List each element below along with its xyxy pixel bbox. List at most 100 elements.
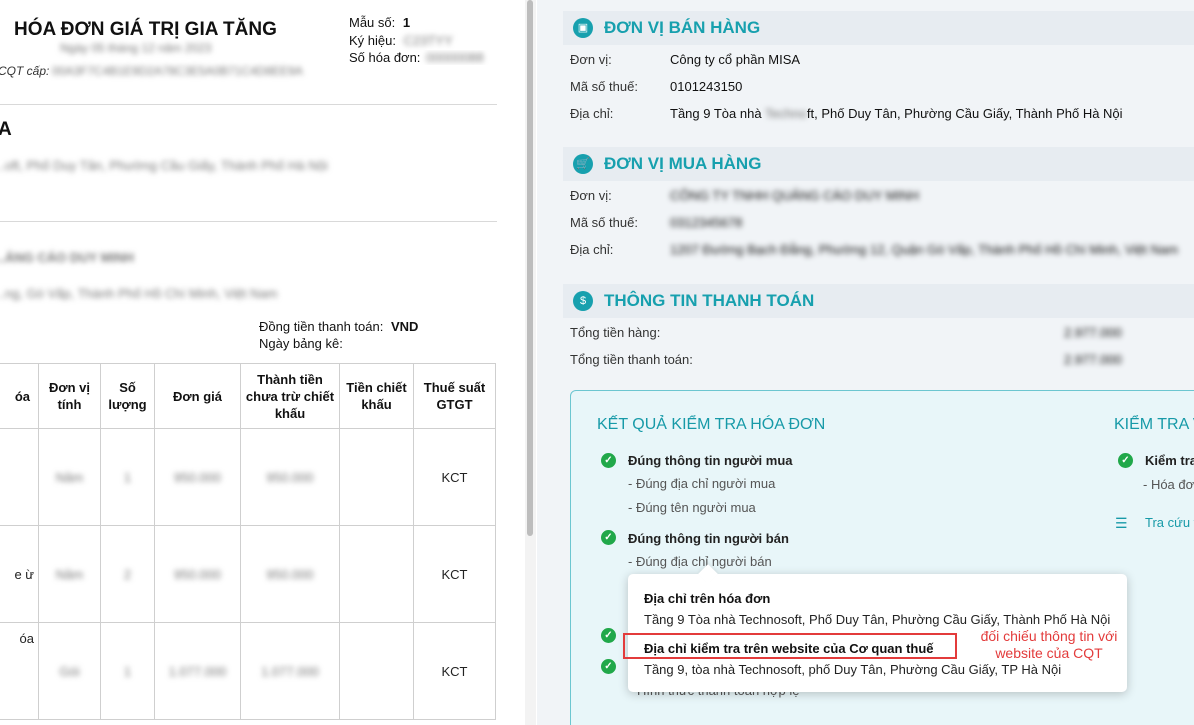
cqt-code: 00A3F7C4B1E9D2A78C3E5A0B71C4D8EE9A [52, 64, 303, 78]
col-header-qty: Số lượng [100, 363, 155, 429]
buyer-address-ok: - Đúng địa chỉ người mua [628, 476, 776, 491]
seller-tax-value: 0101243150 [670, 79, 743, 94]
goods-total-value: 2.977.000 [1064, 325, 1122, 340]
col-header-name: óa [0, 363, 39, 429]
so-hoa-don-value: 00000088 [426, 50, 484, 65]
buyer-unit-value: CÔNG TY TNHH QUẢNG CÁO DUY MINH [670, 188, 919, 203]
cart-icon: 🛒 [573, 154, 593, 174]
cell-amount: 1.077.000 [240, 622, 340, 720]
table-header-row: óa Đơn vị tính Số lượng Đơn giá Thành ti… [0, 363, 496, 429]
cell-name: e ừ [0, 525, 39, 623]
cell-amount: 950.000 [240, 428, 340, 526]
tax-lookup-link[interactable]: Tra cứu t [1145, 515, 1194, 530]
cell-vat-rate: KCT [413, 428, 496, 526]
cell-amount: 950.000 [240, 525, 340, 623]
mau-so-row: Mẫu số: 1 [349, 15, 410, 30]
mau-so-value: 1 [402, 15, 411, 30]
seller-address-label: Địa chỉ: [570, 106, 614, 121]
seller-tax-label: Mã số thuế: [570, 79, 638, 94]
col-header-unit: Đơn vị tính [38, 363, 101, 429]
seller-address-value: Tầng 9 Tòa nhà Technoft, Phố Duy Tân, Ph… [670, 106, 1123, 121]
statement-date-label: Ngày bảng kê: [259, 336, 343, 351]
divider [0, 221, 497, 222]
cell-unit-price: 950.000 [154, 525, 241, 623]
invoice-address-value: Tầng 9 Tòa nhà Technosoft, Phố Duy Tân, … [644, 612, 1111, 627]
currency-row: Đồng tiền thanh toán: VND [259, 319, 418, 334]
tax-check-item: Kiểm tra [1145, 453, 1194, 468]
col-header-unit-price: Đơn giá [154, 363, 241, 429]
cell-qty: 2 [100, 525, 155, 623]
buyer-info-ok: Đúng thông tin người mua [628, 453, 793, 468]
invoice-address-title: Địa chỉ trên hóa đơn [644, 591, 771, 606]
money-icon: $ [573, 291, 593, 311]
cqt-label: CQT cấp: [0, 64, 50, 78]
cell-qty: 1 [100, 622, 155, 720]
payment-total-value: 2.977.000 [1064, 352, 1122, 367]
buyer-tax-value: 0312345678 [670, 215, 743, 230]
buyer-section-header: 🛒 ĐƠN VỊ MUA HÀNG [563, 147, 1194, 181]
cell-unit: Gói [38, 622, 101, 720]
ky-hieu-label: Ký hiệu: [349, 33, 396, 48]
cell-unit: Năm [38, 525, 101, 623]
so-hoa-don-row: Số hóa đơn: 00000088 [349, 50, 519, 65]
table-row: Năm 1 950.000 950.000 KCT [0, 428, 496, 526]
ky-hieu-row: Ký hiệu: C23TYY [349, 33, 453, 48]
tax-check-sub: - Hóa đơ [1143, 477, 1194, 492]
seller-name-partial: A [0, 119, 12, 140]
buyer-section-title: ĐƠN VỊ MUA HÀNG [604, 154, 762, 173]
invoice-items-table: óa Đơn vị tính Số lượng Đơn giá Thành ti… [0, 363, 496, 720]
invoice-date: Ngày 05 tháng 12 năm 2023 [60, 41, 212, 55]
cell-vat-rate: KCT [413, 525, 496, 623]
store-icon: ▣ [573, 18, 593, 38]
cell-unit-price: 1.077.000 [154, 622, 241, 720]
table-row: óa Gói 1 1.077.000 1.077.000 KCT [0, 622, 496, 720]
cell-name [0, 428, 39, 526]
table-row: e ừ Năm 2 950.000 950.000 KCT [0, 525, 496, 623]
seller-section-header: ▣ ĐƠN VỊ BÁN HÀNG [563, 11, 1194, 45]
currency-label: Đồng tiền thanh toán: [259, 319, 384, 334]
check-circle-icon: ✓ [601, 530, 616, 545]
buyer-address-partial: ...ng, Gò Vấp, Thành Phố Hồ Chí Minh, Vi… [0, 286, 278, 301]
seller-address-partial: ...oft, Phố Duy Tân, Phường Cầu Giấy, Th… [0, 158, 328, 173]
scrollbar-thumb[interactable] [527, 0, 533, 536]
invoice-title: HÓA ĐƠN GIÁ TRỊ GIA TĂNG [14, 19, 277, 40]
cqt-address-value: Tầng 9, tòa nhà Technosoft, phố Duy Tân,… [644, 662, 1062, 677]
col-header-amount: Thành tiền chưa trừ chiết khấu [240, 363, 340, 429]
buyer-name-partial: ...ẢNG CÁO DUY MINH [0, 250, 134, 265]
preview-scrollbar[interactable] [525, 0, 536, 725]
cell-discount [339, 622, 414, 720]
cell-discount [339, 428, 414, 526]
invoice-preview-pane: HÓA ĐƠN GIÁ TRỊ GIA TĂNG Ngày 05 tháng 1… [0, 0, 536, 725]
check-circle-icon: ✓ [601, 659, 616, 674]
cell-name: óa [0, 622, 39, 720]
tax-check-title: KIỂM TRA V [1114, 416, 1194, 433]
check-circle-icon: ✓ [601, 453, 616, 468]
buyer-address-value: 1207 Đường Bạch Đằng, Phường 12, Quận Gò… [670, 242, 1179, 257]
list-check-icon: ☰ [1115, 515, 1128, 531]
annotation-text: đối chiếu thông tin với website của CQT [980, 628, 1118, 661]
seller-address-suffix: ft, Phố Duy Tân, Phường Cầu Giấy, Thành … [806, 106, 1123, 121]
col-header-discount: Tiền chiết khấu [339, 363, 414, 429]
check-result-title: KẾT QUẢ KIỂM TRA HÓA ĐƠN [597, 416, 826, 433]
cell-unit: Năm [38, 428, 101, 526]
divider [0, 104, 497, 105]
seller-unit-label: Đơn vị: [570, 52, 612, 67]
payment-total-label: Tổng tiền thanh toán: [570, 352, 693, 367]
mau-so-label: Mẫu số: [349, 15, 396, 30]
buyer-name-ok: - Đúng tên người mua [628, 500, 756, 515]
check-circle-icon: ✓ [601, 628, 616, 643]
cell-vat-rate: KCT [413, 622, 496, 720]
cell-discount [339, 525, 414, 623]
cell-unit-price: 950.000 [154, 428, 241, 526]
seller-section-title: ĐƠN VỊ BÁN HÀNG [604, 18, 761, 37]
payment-section-title: THÔNG TIN THANH TOÁN [604, 291, 815, 310]
payment-section-header: $ THÔNG TIN THANH TOÁN [563, 284, 1194, 318]
seller-unit-value: Công ty cổ phần MISA [670, 52, 801, 67]
buyer-unit-label: Đơn vị: [570, 188, 612, 203]
col-header-vat-rate: Thuế suất GTGT [413, 363, 496, 429]
seller-info-ok: Đúng thông tin người bán [628, 531, 789, 546]
seller-address-blurred: Techno [764, 106, 807, 121]
buyer-address-label: Địa chỉ: [570, 242, 614, 257]
seller-address-ok[interactable]: - Đúng địa chỉ người bán [628, 554, 772, 569]
buyer-tax-label: Mã số thuế: [570, 215, 638, 230]
